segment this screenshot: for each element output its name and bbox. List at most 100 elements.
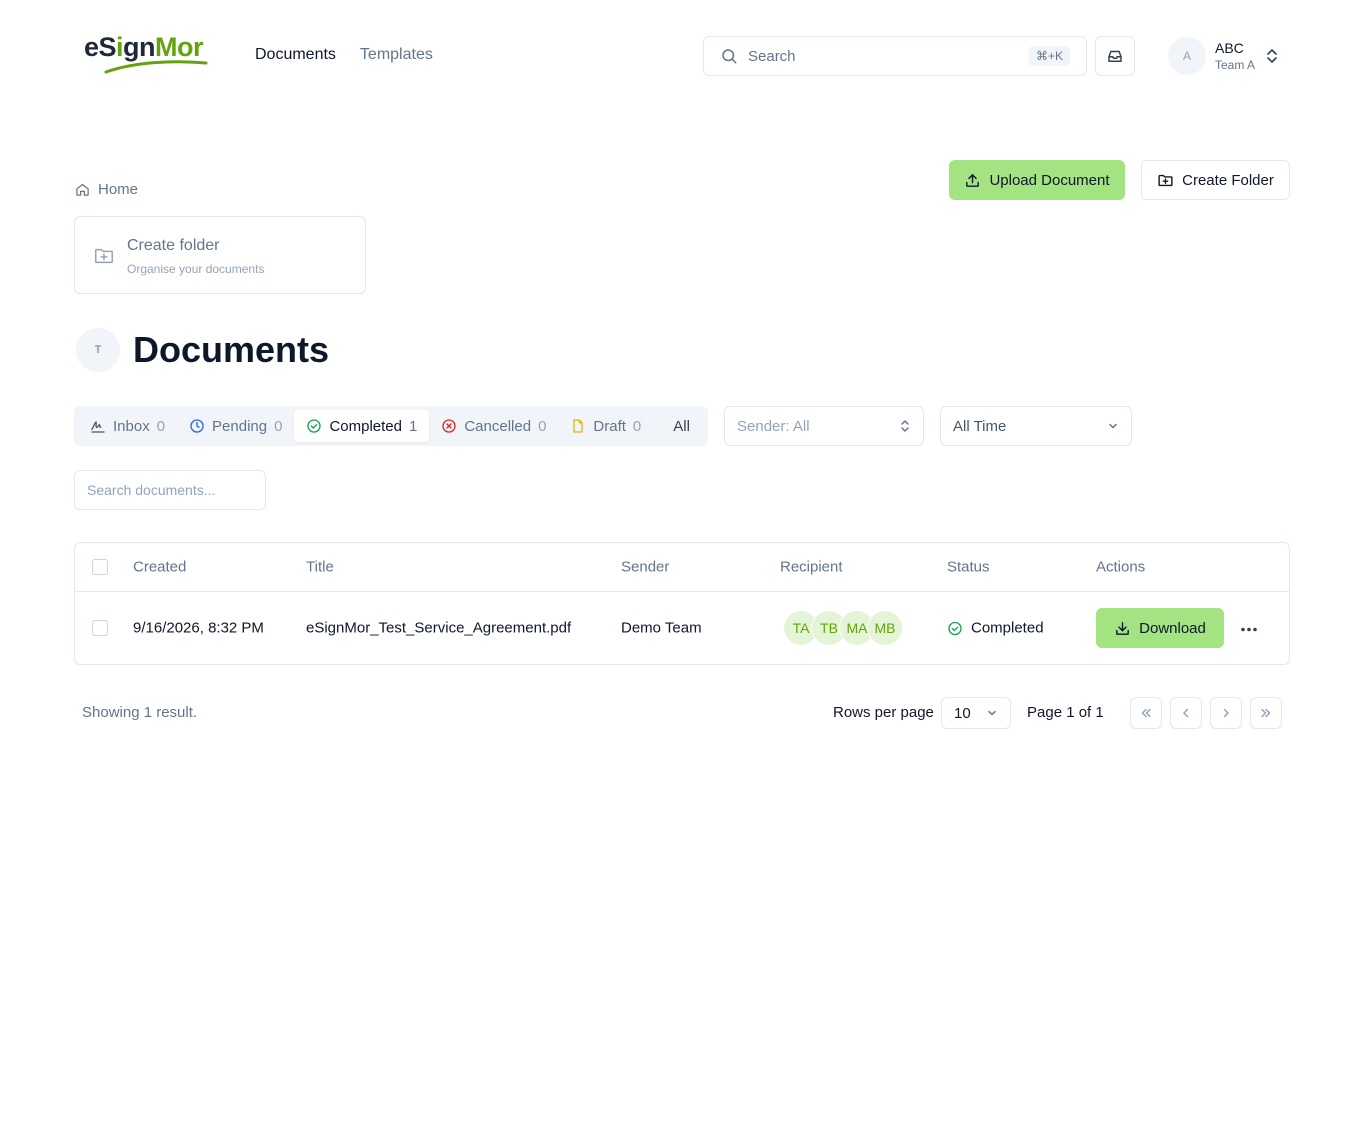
tab-cancelled[interactable]: Cancelled 0	[429, 410, 558, 442]
chevrons-up-down-icon	[901, 420, 909, 432]
cell-sender: Demo Team	[621, 619, 702, 637]
create-folder-card-subtitle: Organise your documents	[127, 262, 265, 276]
status-label: Completed	[971, 619, 1044, 637]
row-more-button[interactable]	[1240, 620, 1258, 637]
document-search-input[interactable]	[74, 470, 266, 510]
column-header-title[interactable]: Title	[306, 559, 334, 576]
tab-pending[interactable]: Pending 0	[177, 410, 294, 442]
chevrons-left-icon	[1141, 708, 1151, 718]
column-header-status[interactable]: Status	[947, 559, 990, 576]
check-circle-icon	[307, 419, 322, 433]
user-avatar: A	[1168, 37, 1206, 75]
home-icon	[76, 183, 89, 196]
tab-completed[interactable]: Completed 1	[294, 410, 430, 442]
time-filter-select[interactable]: All Time	[940, 406, 1132, 446]
user-menu[interactable]: A ABC Team A	[1168, 37, 1279, 75]
upload-document-label: Upload Document	[989, 171, 1110, 189]
tab-inbox[interactable]: Inbox 0	[78, 410, 177, 442]
tab-draft-count: 0	[632, 417, 642, 435]
create-folder-label: Create Folder	[1182, 171, 1274, 189]
tab-cancelled-count: 0	[538, 417, 547, 435]
status-badge: Completed	[947, 620, 1044, 637]
breadcrumb-home[interactable]: Home	[98, 181, 138, 198]
logo-swoosh-icon	[104, 60, 208, 74]
nav-templates[interactable]: Templates	[360, 46, 433, 64]
documents-heading: T Documents	[76, 328, 329, 372]
inbox-icon	[1108, 50, 1122, 62]
page-title: Documents	[133, 329, 330, 370]
search-icon	[722, 49, 737, 64]
column-header-recipient[interactable]: Recipient	[780, 559, 843, 576]
tab-all[interactable]: All	[661, 410, 702, 442]
folder-plus-icon	[1158, 174, 1173, 186]
more-horizontal-icon	[1241, 627, 1257, 632]
chevron-left-icon	[1183, 708, 1189, 718]
upload-document-button[interactable]: Upload Document	[949, 160, 1125, 200]
chevron-down-icon	[1109, 423, 1117, 429]
previous-page-button[interactable]	[1170, 697, 1202, 729]
cell-created: 9/16/2026, 8:32 PM	[133, 619, 264, 637]
chevrons-right-icon	[1261, 708, 1271, 718]
download-label: Download	[1139, 619, 1206, 637]
file-icon	[573, 419, 584, 433]
signature-icon	[91, 421, 105, 433]
user-name: ABC	[1215, 40, 1244, 56]
recipient-avatar[interactable]: MB	[867, 610, 903, 646]
nav-documents[interactable]: Documents	[255, 46, 336, 64]
column-header-actions: Actions	[1096, 558, 1146, 576]
table-row[interactable]: 9/16/2026, 8:32 PM eSignMor_Test_Service…	[75, 592, 1289, 664]
sender-filter-value: Sender: All	[737, 417, 810, 435]
chevron-down-icon	[988, 710, 996, 716]
upload-icon	[966, 173, 980, 187]
table-header-row: Created Title Sender Recipient Status Ac…	[75, 543, 1289, 592]
clock-icon	[190, 419, 204, 433]
download-button[interactable]: Download	[1096, 608, 1224, 648]
select-all-checkbox[interactable]	[92, 559, 108, 575]
top-header: eSignMor Documents Templates Search ⌘+K …	[0, 0, 1348, 112]
result-count: Showing 1 result.	[82, 704, 198, 721]
create-folder-button[interactable]: Create Folder	[1141, 160, 1290, 200]
download-icon	[1116, 621, 1130, 635]
chevrons-up-down-icon	[1267, 49, 1277, 63]
time-filter-value: All Time	[953, 417, 1007, 435]
status-tabs: Inbox 0 Pending 0 Completed 1 Cancelled …	[74, 406, 708, 446]
folder-plus-icon	[95, 248, 113, 264]
check-circle-icon	[948, 621, 962, 635]
tab-pending-count: 0	[274, 417, 283, 435]
create-folder-card[interactable]: Create folder Organise your documents	[74, 216, 366, 294]
inbox-button[interactable]	[1095, 36, 1135, 76]
sender-filter-select[interactable]: Sender: All	[724, 406, 924, 446]
logo-wordmark: eSignMor	[84, 32, 204, 62]
team-avatar: T	[76, 328, 120, 372]
tab-draft[interactable]: Draft 0	[558, 410, 653, 442]
next-page-button[interactable]	[1210, 697, 1242, 729]
cell-title[interactable]: eSignMor_Test_Service_Agreement.pdf	[306, 620, 571, 637]
tab-inbox-label: Inbox	[113, 417, 150, 435]
rows-per-page-value: 10	[954, 704, 971, 722]
rows-per-page-label: Rows per page	[833, 704, 934, 721]
tab-cancelled-label: Cancelled	[464, 417, 532, 435]
x-circle-icon	[442, 419, 457, 433]
esignmor-logo[interactable]: eSignMor	[84, 28, 208, 74]
row-checkbox[interactable]	[92, 620, 108, 636]
recipient-avatars[interactable]: TA TB MA MB	[783, 610, 903, 646]
last-page-button[interactable]	[1250, 697, 1282, 729]
tab-draft-label: Draft	[593, 417, 626, 435]
chevron-right-icon	[1223, 708, 1229, 718]
tab-completed-label: Completed	[329, 417, 402, 435]
documents-table: Created Title Sender Recipient Status Ac…	[74, 542, 1290, 665]
column-header-created[interactable]: Created	[133, 559, 186, 576]
search-shortcut-badge: ⌘+K	[1028, 46, 1070, 66]
user-team: Team A	[1215, 58, 1256, 72]
tab-completed-count: 1	[409, 417, 418, 435]
tab-pending-label: Pending	[212, 417, 268, 435]
global-search[interactable]: Search ⌘+K	[703, 36, 1087, 76]
page-indicator: Page 1 of 1	[1027, 704, 1104, 721]
first-page-button[interactable]	[1130, 697, 1162, 729]
rows-per-page-select[interactable]: 10	[941, 697, 1011, 729]
create-folder-card-title: Create folder	[127, 237, 220, 254]
tab-all-label: All	[673, 417, 690, 435]
breadcrumb[interactable]: Home	[75, 181, 138, 198]
column-header-sender[interactable]: Sender	[621, 559, 669, 576]
main-nav: Documents Templates	[255, 46, 433, 64]
